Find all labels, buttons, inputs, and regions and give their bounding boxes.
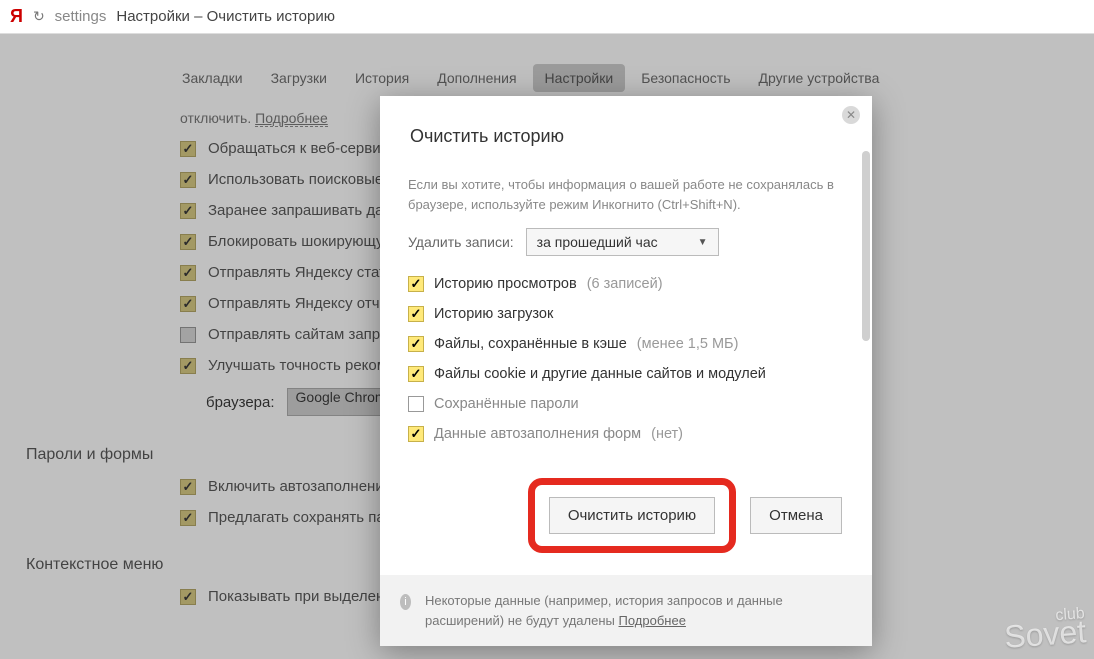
- option-label: Сохранённые пароли: [434, 396, 579, 412]
- clear-option-passwords[interactable]: Сохранённые пароли: [408, 396, 844, 412]
- delete-label: Удалить записи:: [408, 234, 514, 250]
- footer-text: Некоторые данные (например, история запр…: [425, 593, 783, 628]
- dialog-actions: Очистить историю Отмена: [380, 456, 872, 575]
- address-bar: Я ↻ settings Настройки – Очистить истори…: [0, 0, 1094, 34]
- period-value: за прошедший час: [537, 234, 658, 250]
- clear-option-cache[interactable]: Файлы, сохранённые в кэше (менее 1,5 МБ): [408, 336, 844, 352]
- option-hint: (менее 1,5 МБ): [637, 336, 739, 352]
- url-protocol: settings: [55, 8, 107, 25]
- incognito-note: Если вы хотите, чтобы информация о вашей…: [408, 175, 844, 214]
- option-hint: (нет): [651, 426, 683, 442]
- clear-option-downloads[interactable]: Историю загрузок: [408, 306, 844, 322]
- checkbox-icon[interactable]: [408, 426, 424, 442]
- clear-option-autofill[interactable]: Данные автозаполнения форм (нет): [408, 426, 844, 442]
- clear-option-browsing[interactable]: Историю просмотров (6 записей): [408, 276, 844, 292]
- clear-option-cookies[interactable]: Файлы cookie и другие данные сайтов и мо…: [408, 366, 844, 382]
- chevron-down-icon: ▼: [698, 237, 708, 248]
- option-label: Файлы cookie и другие данные сайтов и мо…: [434, 366, 766, 382]
- delete-period-row: Удалить записи: за прошедший час ▼: [408, 228, 844, 256]
- checkbox-icon[interactable]: [408, 366, 424, 382]
- dialog-body: Если вы хотите, чтобы информация о вашей…: [380, 147, 872, 456]
- footer-more-link[interactable]: Подробнее: [619, 613, 686, 628]
- checkbox-icon[interactable]: [408, 306, 424, 322]
- clear-history-dialog: Очистить историю ✕ Если вы хотите, чтобы…: [380, 96, 872, 646]
- option-hint: (6 записей): [587, 276, 663, 292]
- page-title: Настройки – Очистить историю: [116, 8, 335, 25]
- clear-history-button[interactable]: Очистить историю: [549, 497, 715, 534]
- yandex-logo: Я: [10, 6, 23, 27]
- checkbox-icon[interactable]: [408, 396, 424, 412]
- close-icon[interactable]: ✕: [842, 106, 860, 124]
- clear-options: Историю просмотров (6 записей) Историю з…: [408, 276, 844, 442]
- option-label: Историю просмотров: [434, 276, 577, 292]
- period-select[interactable]: за прошедший час ▼: [526, 228, 719, 256]
- option-label: Историю загрузок: [434, 306, 553, 322]
- dialog-header: Очистить историю ✕: [380, 96, 872, 147]
- scrollbar[interactable]: [862, 147, 870, 456]
- reload-icon[interactable]: ↻: [33, 8, 45, 25]
- checkbox-icon[interactable]: [408, 336, 424, 352]
- option-label: Данные автозаполнения форм: [434, 426, 641, 442]
- checkbox-icon[interactable]: [408, 276, 424, 292]
- cancel-button[interactable]: Отмена: [750, 497, 842, 534]
- scrollbar-thumb[interactable]: [862, 151, 870, 341]
- option-label: Файлы, сохранённые в кэше: [434, 336, 627, 352]
- dialog-footer: i Некоторые данные (например, история за…: [380, 575, 872, 646]
- info-icon: i: [400, 594, 411, 610]
- dialog-title: Очистить историю: [410, 126, 842, 147]
- highlight-annotation: Очистить историю: [528, 478, 736, 553]
